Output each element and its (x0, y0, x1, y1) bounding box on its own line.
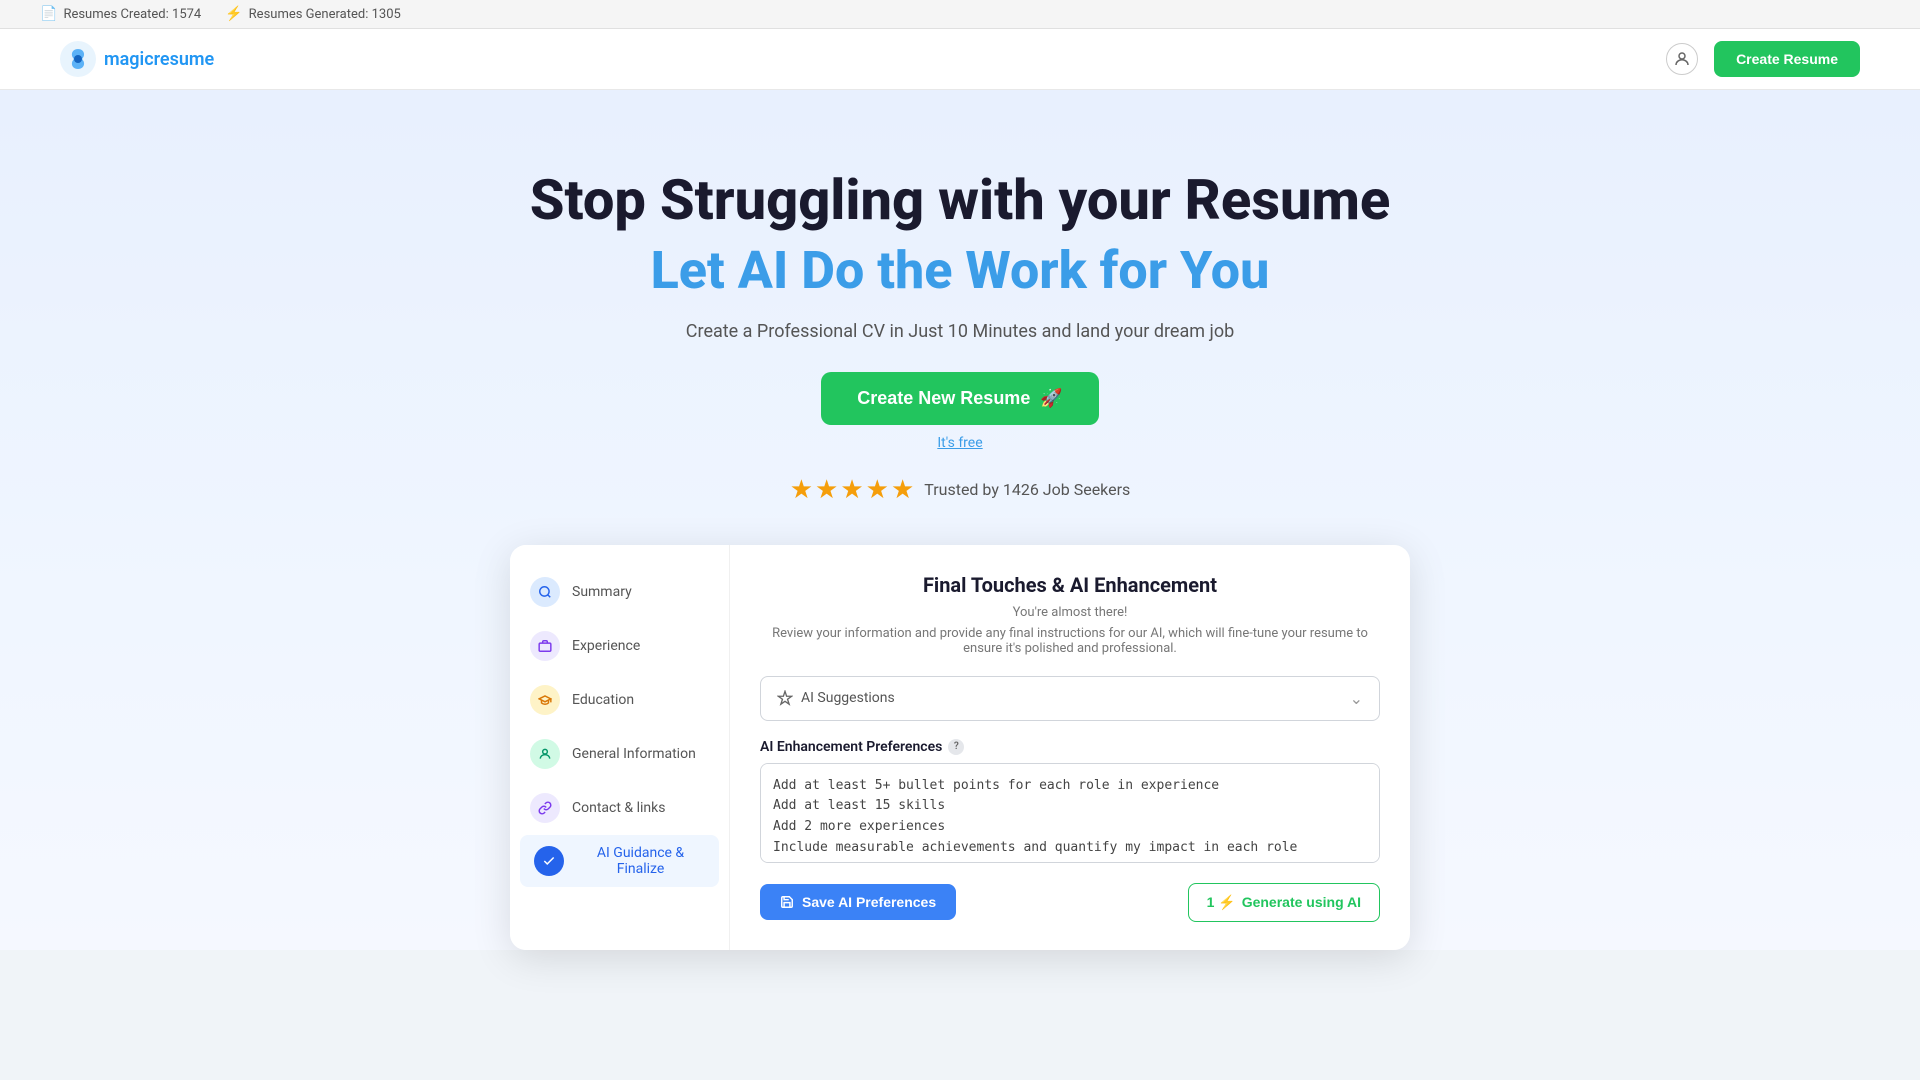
top-bar: 📄 Resumes Created: 1574 ⚡ Resumes Genera… (0, 0, 1920, 29)
save-ai-preferences-button[interactable]: Save AI Preferences (760, 884, 956, 920)
hero-cta-button[interactable]: Create New Resume 🚀 (821, 372, 1099, 425)
section-title: Final Touches & AI Enhancement (760, 573, 1380, 597)
sidebar-item-education[interactable]: Education (510, 673, 729, 727)
logo-text: magicresume (104, 49, 214, 70)
nav-actions: Create Resume (1666, 41, 1860, 77)
resumes-generated-label: Resumes Generated: 1305 (249, 7, 401, 22)
hero-heading2: Let AI Do the Work for You (40, 240, 1880, 301)
ai-finalize-icon (534, 846, 564, 876)
section-desc1: You're almost there! (760, 605, 1380, 620)
dropdown-label: AI Suggestions (777, 690, 895, 706)
user-account-icon[interactable] (1666, 43, 1698, 75)
ai-suggestions-dropdown[interactable]: AI Suggestions ⌄ (760, 676, 1380, 721)
sidebar-item-summary[interactable]: Summary (510, 565, 729, 619)
sidebar-label-summary: Summary (572, 584, 632, 600)
sidebar-label-education: Education (572, 692, 634, 708)
experience-icon (530, 631, 560, 661)
logo: magicresume (60, 41, 214, 77)
create-resume-button[interactable]: Create Resume (1714, 41, 1860, 77)
dropdown-text: AI Suggestions (801, 690, 895, 706)
generate-label: Generate using AI (1242, 894, 1361, 910)
logo-icon (60, 41, 96, 77)
sidebar-item-general-info[interactable]: General Information (510, 727, 729, 781)
lightning-icon: ⚡ (225, 6, 242, 22)
summary-icon (530, 577, 560, 607)
resume-builder-card: Summary Experience Education (510, 545, 1410, 950)
resumes-created-label: Resumes Created: 1574 (63, 7, 201, 22)
trusted-text: Trusted by 1426 Job Seekers (924, 480, 1130, 499)
rocket-icon: 🚀 (1040, 388, 1062, 409)
hero-heading1: Stop Struggling with your Resume (40, 170, 1880, 232)
help-icon: ? (948, 739, 964, 755)
star-icons: ★★★★★ (790, 475, 917, 505)
ai-pref-label: AI Enhancement Preferences ? (760, 739, 1380, 755)
resumes-generated-stat: ⚡ Resumes Generated: 1305 (225, 6, 401, 22)
its-free-link[interactable]: It's free (40, 435, 1880, 451)
generate-using-ai-button[interactable]: 1 ⚡ Generate using AI (1188, 883, 1380, 922)
contact-icon (530, 793, 560, 823)
sidebar-label-general-info: General Information (572, 746, 696, 762)
sidebar-item-contact[interactable]: Contact & links (510, 781, 729, 835)
save-icon (780, 895, 794, 909)
sidebar-item-ai-finalize[interactable]: AI Guidance & Finalize (520, 835, 719, 887)
navbar: magicresume Create Resume (0, 29, 1920, 90)
sidebar-item-experience[interactable]: Experience (510, 619, 729, 673)
generate-prefix: 1 ⚡ (1207, 894, 1236, 911)
resume-sidebar: Summary Experience Education (510, 545, 730, 950)
hero-cta-label: Create New Resume (857, 388, 1030, 409)
section-desc2: Review your information and provide any … (760, 626, 1380, 656)
sidebar-label-contact: Contact & links (572, 800, 665, 816)
document-icon: 📄 (40, 6, 57, 22)
sidebar-label-ai-finalize: AI Guidance & Finalize (576, 845, 705, 877)
hero-subtitle: Create a Professional CV in Just 10 Minu… (40, 321, 1880, 342)
stars-row: ★★★★★ Trusted by 1426 Job Seekers (40, 475, 1880, 505)
sidebar-label-experience: Experience (572, 638, 640, 654)
hero-section: Stop Struggling with your Resume Let AI … (0, 90, 1920, 950)
resumes-created-stat: 📄 Resumes Created: 1574 (40, 6, 201, 22)
general-info-icon (530, 739, 560, 769)
bottom-actions: Save AI Preferences 1 ⚡ Generate using A… (760, 883, 1380, 922)
education-icon (530, 685, 560, 715)
ai-preferences-textarea[interactable]: Add at least 5+ bullet points for each r… (760, 763, 1380, 863)
save-btn-label: Save AI Preferences (802, 894, 936, 910)
main-content: Final Touches & AI Enhancement You're al… (730, 545, 1410, 950)
sparkle-icon (777, 690, 793, 706)
chevron-down-icon: ⌄ (1350, 689, 1363, 708)
